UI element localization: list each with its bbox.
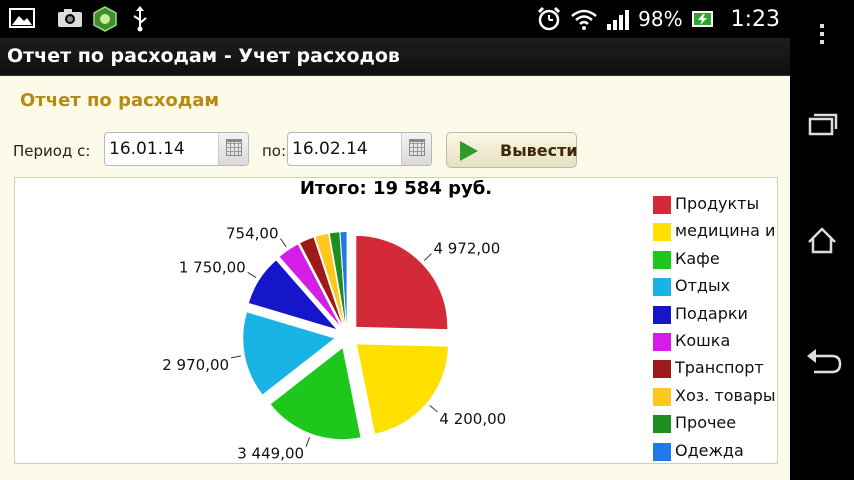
wifi-icon: [571, 9, 597, 30]
calendar-button-to[interactable]: [401, 133, 431, 165]
output-button[interactable]: Вывести: [446, 132, 578, 168]
legend-swatch: [653, 387, 671, 406]
legend-swatch: [653, 196, 671, 214]
battery-charging-icon: [691, 11, 713, 27]
alarm-icon: [538, 6, 561, 31]
output-button-label: Вывести: [500, 141, 578, 160]
recent-apps-button[interactable]: [790, 102, 854, 146]
slice-label-leader-6: [280, 238, 287, 248]
legend-item: Отдых: [651, 274, 779, 301]
slice-label-5: 1 750,00: [179, 258, 246, 276]
legend-item: Продукты: [651, 192, 779, 219]
pie-chart: Итого: 19 584 руб. 4 972,00 4 200,00 3 449,…: [162, 178, 506, 463]
legend-swatch: [653, 415, 671, 434]
status-right-group: 98% 1:23: [536, 0, 780, 38]
play-icon: [460, 141, 478, 161]
period-from-value: 16.01.14: [109, 139, 185, 159]
legend-label: Транспорт: [675, 358, 764, 378]
legend-item: Транспорт: [651, 356, 779, 383]
action-bar: Отчет по расходам - Учет расходов: [0, 38, 790, 76]
legend-label: Хоз. товары: [675, 385, 776, 405]
pie-slice-2: [356, 344, 448, 434]
usb-icon: [133, 6, 147, 32]
status-bar: 98% 1:23: [0, 0, 790, 38]
back-icon: [807, 349, 842, 374]
period-from-field[interactable]: 16.01.14: [104, 132, 249, 166]
period-from-label: Период с:: [13, 142, 91, 160]
legend-item: Кошка: [651, 329, 779, 356]
back-button[interactable]: [790, 340, 854, 384]
slice-label-6: 754,00: [226, 225, 279, 243]
camera-icon: [58, 9, 82, 27]
slice-label-leader-5: [247, 271, 257, 279]
legend-swatch: [653, 250, 671, 269]
legend-label: Подарки: [675, 303, 748, 323]
overflow-menu-icon: [820, 24, 824, 44]
slice-label-4: 2 970,00: [162, 356, 229, 374]
legend-label: Прочее: [675, 413, 737, 433]
slice-label-leader-3: [305, 437, 310, 447]
recent-apps-icon: [808, 113, 838, 136]
slice-label-leader-2: [429, 405, 438, 413]
legend-item: Хоз. товары: [651, 384, 779, 411]
app-icon: [93, 6, 117, 32]
legend-label: Кафе: [675, 248, 720, 268]
status-clock: 1:23: [730, 6, 780, 32]
overflow-menu-button[interactable]: [790, 12, 854, 56]
window-title: Отчет по расходам - Учет расходов: [7, 45, 400, 67]
android-screen: 98% 1:23 Отчет по расходам - Учет расход…: [0, 0, 854, 480]
legend-item: Прочее: [651, 411, 779, 438]
legend-swatch: [653, 278, 671, 297]
period-to-label: по:: [262, 142, 287, 160]
image-icon: [9, 8, 35, 28]
legend-label: медицина и: [675, 221, 776, 241]
calendar-icon: [226, 139, 242, 156]
signal-icon: [607, 10, 630, 30]
period-to-field[interactable]: 16.02.14: [287, 132, 432, 166]
legend-swatch: [653, 360, 671, 379]
calendar-button-from[interactable]: [218, 133, 248, 165]
chart-title: Итого: 19 584 руб.: [300, 178, 492, 199]
report-content: Отчет по расходам Период с: 16.01.14 по:…: [0, 76, 790, 480]
calendar-icon: [409, 139, 425, 156]
legend-item: Кафе: [651, 247, 779, 274]
legend-label: Продукты: [675, 194, 760, 213]
legend-swatch: [653, 442, 671, 461]
chart-legend: Продукты медицина и Кафе Отдых Подарки Кошка Т…: [651, 192, 779, 466]
legend-label: Кошка: [675, 330, 731, 350]
legend-swatch: [653, 223, 671, 242]
legend-label: Одежда: [675, 440, 744, 460]
slice-label-3: 3 449,00: [237, 445, 304, 463]
slice-label-1: 4 972,00: [433, 240, 500, 258]
home-button[interactable]: [790, 218, 854, 262]
legend-label: Отдых: [675, 276, 731, 296]
report-heading: Отчет по расходам: [20, 90, 220, 111]
legend-swatch: [653, 332, 671, 351]
period-to-value: 16.02.14: [292, 139, 368, 159]
slice-label-2: 4 200,00: [439, 410, 506, 428]
battery-percentage: 98%: [638, 7, 683, 31]
legend-item: Подарки: [651, 302, 779, 329]
navigation-bar: [790, 0, 854, 480]
slice-label-leader-1: [423, 253, 432, 261]
home-icon: [808, 227, 836, 254]
chart-panel: Итого: 19 584 руб. 4 972,00 4 200,00 3 449,…: [14, 177, 778, 464]
slice-label-leader-4: [230, 355, 241, 359]
legend-swatch: [653, 305, 671, 324]
legend-item: Одежда: [651, 439, 779, 466]
legend-item: медицина и: [651, 219, 779, 246]
